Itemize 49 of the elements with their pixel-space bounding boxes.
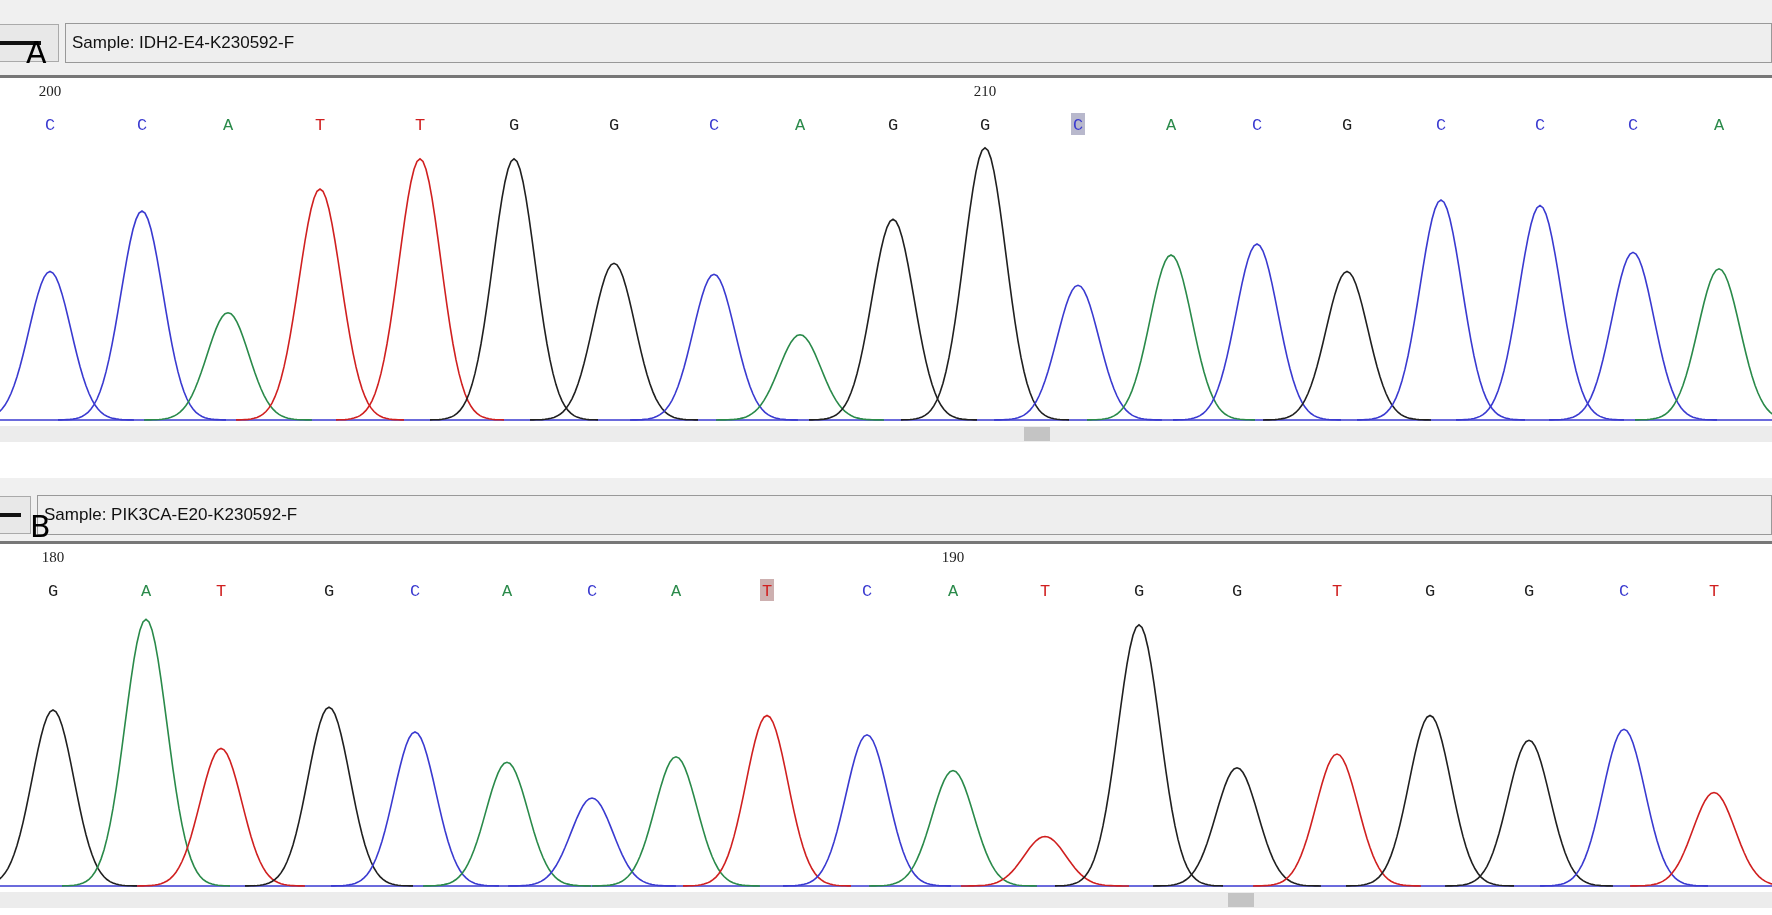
base-call[interactable]: C: [1618, 582, 1630, 601]
base-call[interactable]: G: [887, 116, 899, 135]
base-call[interactable]: G: [1341, 116, 1353, 135]
base-call[interactable]: A: [670, 582, 682, 601]
panel-control[interactable]: [0, 23, 59, 62]
base-call[interactable]: G: [1133, 582, 1145, 601]
base-call[interactable]: A: [1165, 116, 1177, 135]
base-call[interactable]: G: [47, 582, 59, 601]
base-call[interactable]: T: [414, 116, 426, 135]
base-call[interactable]: A: [140, 582, 152, 601]
base-call[interactable]: C: [1251, 116, 1263, 135]
panel-control[interactable]: [0, 495, 31, 534]
base-call[interactable]: C: [1435, 116, 1447, 135]
base-call[interactable]: C: [708, 116, 720, 135]
base-call[interactable]: G: [1231, 582, 1243, 601]
base-call[interactable]: C: [1534, 116, 1546, 135]
base-call[interactable]: G: [1424, 582, 1436, 601]
sample-field: Sample: IDH2-E4-K230592-F: [65, 22, 1772, 63]
position-label: 180: [41, 549, 65, 565]
base-call[interactable]: A: [501, 582, 513, 601]
base-call[interactable]: A: [1713, 116, 1725, 135]
base-call[interactable]: T: [1331, 582, 1343, 601]
base-call[interactable]: T: [314, 116, 326, 135]
base-call[interactable]: C: [861, 582, 873, 601]
position-label: 200: [38, 83, 62, 99]
base-call[interactable]: C: [44, 116, 56, 135]
base-call[interactable]: C: [1627, 116, 1639, 135]
position-label: 190: [941, 549, 965, 565]
base-call[interactable]: A: [222, 116, 234, 135]
scrollbar-thumb[interactable]: [1024, 427, 1050, 441]
panel-label: A: [26, 38, 47, 68]
base-call[interactable]: G: [508, 116, 520, 135]
position-label: 210: [973, 83, 997, 99]
base-call[interactable]: T: [215, 582, 227, 601]
base-call[interactable]: T: [1039, 582, 1051, 601]
base-call[interactable]: C: [1071, 113, 1085, 135]
base-call[interactable]: C: [586, 582, 598, 601]
base-call[interactable]: A: [947, 582, 959, 601]
scrollbar-thumb[interactable]: [1228, 893, 1254, 907]
base-call[interactable]: C: [136, 116, 148, 135]
base-call[interactable]: C: [409, 582, 421, 601]
base-call[interactable]: G: [608, 116, 620, 135]
base-call[interactable]: G: [1523, 582, 1535, 601]
scrollbar[interactable]: [0, 426, 1772, 442]
base-call[interactable]: G: [979, 116, 991, 135]
base-call[interactable]: A: [794, 116, 806, 135]
base-call[interactable]: G: [323, 582, 335, 601]
scrollbar[interactable]: [0, 892, 1772, 908]
base-call[interactable]: T: [1708, 582, 1720, 601]
